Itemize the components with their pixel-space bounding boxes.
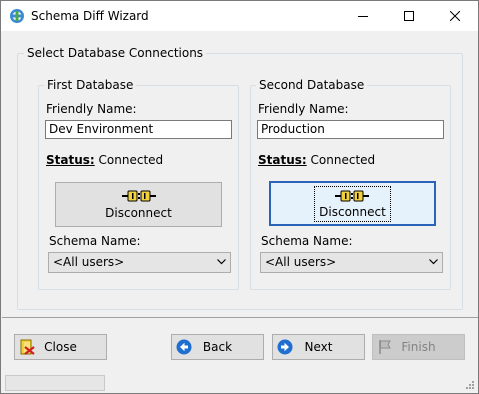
next-button-label: Next bbox=[304, 340, 333, 354]
status-bar-field bbox=[5, 375, 105, 391]
first-database-group: First Database Friendly Name: Dev Enviro… bbox=[38, 78, 239, 290]
second-disconnect-button[interactable]: Disconnect bbox=[269, 181, 436, 226]
close-window-button[interactable] bbox=[432, 1, 478, 31]
minimize-button[interactable] bbox=[340, 1, 386, 31]
close-icon bbox=[450, 11, 460, 21]
first-status-label: Status: bbox=[46, 153, 95, 167]
select-connections-group: Select Database Connections First Databa… bbox=[17, 46, 463, 310]
second-disconnect-label: Disconnect bbox=[319, 204, 386, 219]
focus-rectangle: Disconnect bbox=[314, 185, 391, 222]
second-friendly-name-input[interactable]: Production bbox=[257, 120, 444, 139]
maximize-button[interactable] bbox=[386, 1, 432, 31]
first-friendly-name-label: Friendly Name: bbox=[46, 102, 137, 116]
title-bar[interactable]: Schema Diff Wizard bbox=[1, 1, 478, 31]
footer-separator bbox=[2, 317, 478, 318]
schema-diff-wizard-window: Schema Diff Wizard Select Database Conne… bbox=[0, 0, 479, 394]
second-database-title: Second Database bbox=[256, 78, 368, 92]
second-schema-name-label: Schema Name: bbox=[261, 234, 353, 248]
first-disconnect-button[interactable]: Disconnect bbox=[55, 182, 222, 227]
select-connections-title: Select Database Connections bbox=[24, 46, 207, 60]
second-database-group: Second Database Friendly Name: Productio… bbox=[250, 78, 451, 290]
first-status-value: Connected bbox=[98, 153, 164, 167]
close-button[interactable]: Close bbox=[14, 334, 107, 360]
maximize-icon bbox=[404, 11, 414, 21]
back-button[interactable]: Back bbox=[171, 334, 264, 360]
second-status-row: Status: Connected bbox=[258, 153, 375, 167]
first-schema-select[interactable]: <All users> bbox=[48, 252, 231, 273]
first-disconnect-label: Disconnect bbox=[105, 206, 172, 220]
first-database-title: First Database bbox=[44, 78, 137, 92]
first-status-row: Status: Connected bbox=[46, 153, 163, 167]
second-schema-selected: <All users> bbox=[265, 255, 337, 269]
schema-diff-app-icon bbox=[9, 8, 25, 24]
first-schema-selected: <All users> bbox=[53, 255, 125, 269]
close-button-label: Close bbox=[44, 340, 77, 354]
second-schema-select[interactable]: <All users> bbox=[260, 252, 443, 273]
chevron-down-icon bbox=[429, 259, 438, 265]
first-schema-name-label: Schema Name: bbox=[49, 234, 141, 248]
plug-disconnect-icon bbox=[335, 190, 370, 201]
second-status-value: Connected bbox=[310, 153, 376, 167]
resize-grip-icon[interactable] bbox=[465, 380, 475, 390]
first-friendly-name-input[interactable]: Dev Environment bbox=[45, 120, 232, 139]
finish-button[interactable]: Finish bbox=[372, 334, 465, 360]
second-friendly-name-label: Friendly Name: bbox=[258, 102, 349, 116]
next-button[interactable]: Next bbox=[272, 334, 365, 360]
back-button-label: Back bbox=[202, 340, 233, 354]
second-status-label: Status: bbox=[258, 153, 307, 167]
plug-disconnect-icon bbox=[121, 190, 156, 202]
window-title: Schema Diff Wizard bbox=[31, 9, 149, 23]
finish-button-label: Finish bbox=[401, 340, 436, 354]
minimize-icon bbox=[358, 16, 368, 17]
chevron-down-icon bbox=[217, 259, 226, 265]
